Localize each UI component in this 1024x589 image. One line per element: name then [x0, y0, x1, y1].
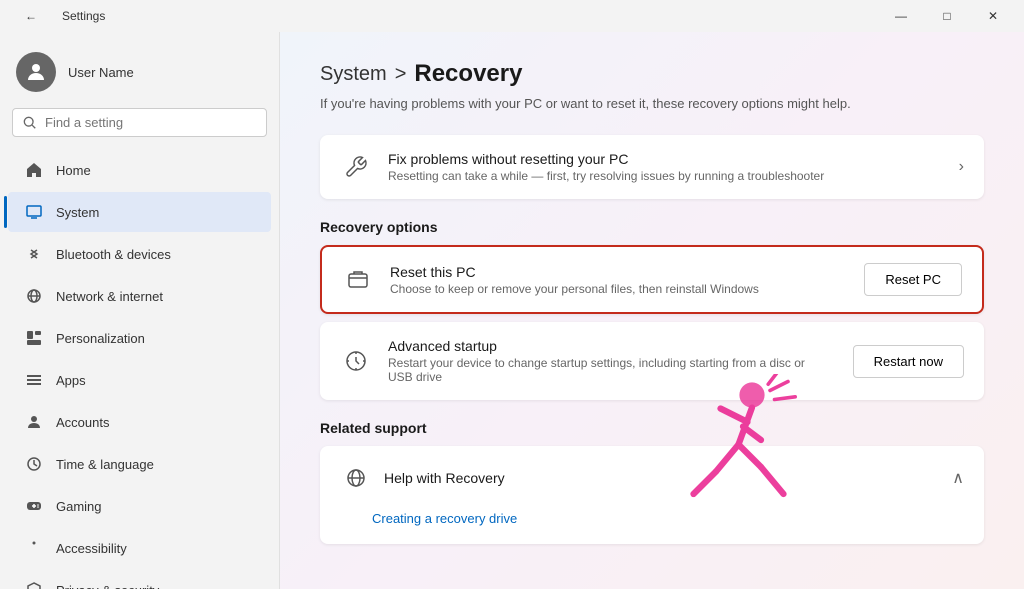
user-name: User Name [68, 65, 134, 80]
reset-pc-button[interactable]: Reset PC [864, 263, 962, 296]
accounts-icon [24, 412, 44, 432]
sidebar-item-privacy[interactable]: Privacy & security [8, 570, 271, 589]
recovery-drive-link[interactable]: Creating a recovery drive [372, 511, 517, 526]
nav-label-privacy: Privacy & security [56, 583, 159, 589]
personalization-icon [24, 328, 44, 348]
sidebar-user: User Name [0, 40, 279, 108]
breadcrumb-current: Recovery [414, 60, 522, 88]
sidebar-item-home[interactable]: Home [8, 150, 271, 190]
app-body: User Name Home System Bluetooth & device… [0, 32, 1024, 589]
advanced-startup-icon [340, 345, 372, 377]
titlebar-left: ← Settings [8, 0, 105, 32]
page-subtitle: If you're having problems with your PC o… [320, 96, 984, 111]
breadcrumb-separator: > [395, 63, 407, 86]
nav-label-personalization: Personalization [56, 331, 145, 346]
wrench-icon [340, 151, 372, 183]
sidebar-item-apps[interactable]: Apps [8, 360, 271, 400]
gaming-icon [24, 496, 44, 516]
advanced-startup-title: Advanced startup [388, 338, 821, 354]
help-recovery-card: Help with Recovery ∧ Creating a recovery… [320, 446, 984, 544]
sidebar-item-accessibility[interactable]: Accessibility [8, 528, 271, 568]
system-icon [24, 202, 44, 222]
sidebar: User Name Home System Bluetooth & device… [0, 32, 280, 589]
sidebar-item-time[interactable]: Time & language [8, 444, 271, 484]
sidebar-item-gaming[interactable]: Gaming [8, 486, 271, 526]
breadcrumb: System > Recovery [320, 60, 984, 88]
fix-chevron-icon: › [959, 158, 964, 176]
sidebar-item-network[interactable]: Network & internet [8, 276, 271, 316]
search-icon [23, 116, 37, 130]
nav-label-apps: Apps [56, 373, 86, 388]
accessibility-icon [24, 538, 44, 558]
reset-pc-card: Reset this PC Choose to keep or remove y… [320, 245, 984, 314]
nav-label-time: Time & language [56, 457, 154, 472]
fix-problems-text: Fix problems without resetting your PC R… [388, 151, 943, 183]
fix-problems-card[interactable]: Fix problems without resetting your PC R… [320, 135, 984, 199]
globe-icon [340, 462, 372, 494]
reset-pc-text: Reset this PC Choose to keep or remove y… [390, 264, 832, 296]
nav-label-accounts: Accounts [56, 415, 109, 430]
back-button[interactable]: ← [8, 0, 54, 32]
breadcrumb-parent: System [320, 63, 387, 86]
nav-label-gaming: Gaming [56, 499, 102, 514]
help-recovery-body: Creating a recovery drive [320, 510, 984, 544]
sidebar-item-system[interactable]: System [8, 192, 271, 232]
help-chevron-icon: ∧ [952, 468, 964, 488]
nav-label-accessibility: Accessibility [56, 541, 127, 556]
sidebar-item-personalization[interactable]: Personalization [8, 318, 271, 358]
help-recovery-left: Help with Recovery [340, 462, 505, 494]
reset-pc-desc: Choose to keep or remove your personal f… [390, 282, 832, 296]
advanced-startup-card: Advanced startup Restart your device to … [320, 322, 984, 400]
avatar [16, 52, 56, 92]
advanced-startup-text: Advanced startup Restart your device to … [388, 338, 821, 384]
restart-now-button[interactable]: Restart now [853, 345, 964, 378]
nav-label-network: Network & internet [56, 289, 163, 304]
maximize-button[interactable]: □ [924, 0, 970, 32]
time-icon [24, 454, 44, 474]
help-recovery-header[interactable]: Help with Recovery ∧ [320, 446, 984, 510]
nav-label-home: Home [56, 163, 91, 178]
apps-icon [24, 370, 44, 390]
search-input[interactable] [45, 115, 256, 130]
recovery-options-label: Recovery options [320, 219, 984, 235]
fix-problems-title: Fix problems without resetting your PC [388, 151, 943, 167]
app-title: Settings [62, 9, 105, 23]
fix-problems-desc: Resetting can take a while — first, try … [388, 169, 943, 183]
related-support-label: Related support [320, 420, 984, 436]
advanced-startup-desc: Restart your device to change startup se… [388, 356, 821, 384]
minimize-button[interactable]: — [878, 0, 924, 32]
reset-pc-title: Reset this PC [390, 264, 832, 280]
privacy-icon [24, 580, 44, 589]
titlebar: ← Settings — □ ✕ [0, 0, 1024, 32]
home-icon [24, 160, 44, 180]
close-button[interactable]: ✕ [970, 0, 1016, 32]
sidebar-item-bluetooth[interactable]: Bluetooth & devices [8, 234, 271, 274]
help-recovery-title: Help with Recovery [384, 470, 505, 486]
search-box[interactable] [12, 108, 267, 137]
network-icon [24, 286, 44, 306]
sidebar-item-accounts[interactable]: Accounts [8, 402, 271, 442]
titlebar-controls: — □ ✕ [878, 0, 1016, 32]
bluetooth-icon [24, 244, 44, 264]
content-area: System > Recovery If you're having probl… [280, 32, 1024, 589]
reset-icon [342, 264, 374, 296]
nav-label-bluetooth: Bluetooth & devices [56, 247, 171, 262]
nav-label-system: System [56, 205, 99, 220]
